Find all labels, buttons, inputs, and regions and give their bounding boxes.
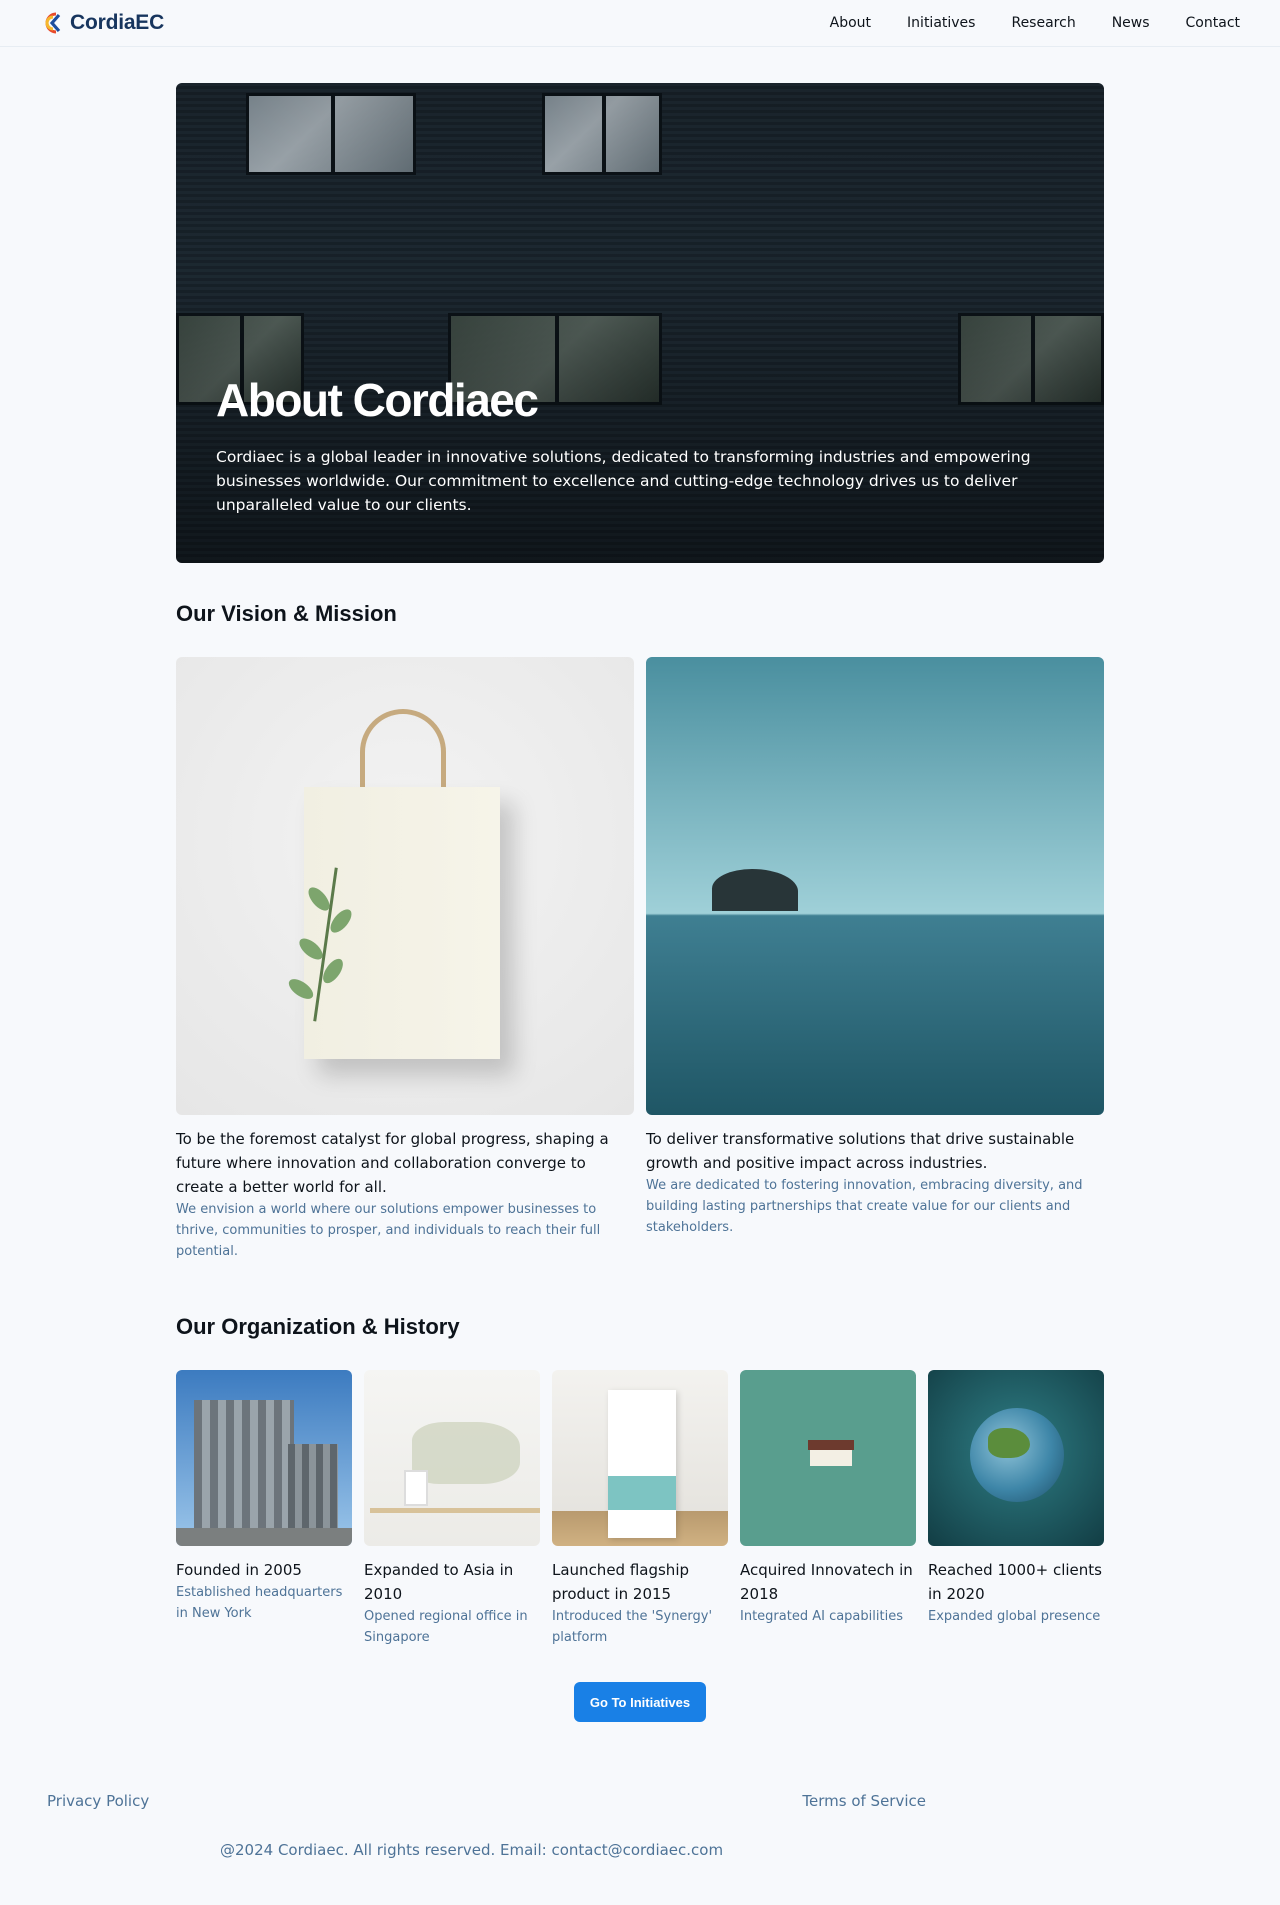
hero-description: Cordiaec is a global leader in innovativ… <box>216 448 1031 514</box>
globe-image <box>928 1370 1104 1546</box>
shopping-bag-image <box>176 657 634 1115</box>
history-item: Reached 1000+ clients in 2020 Expanded g… <box>928 1370 1104 1648</box>
main-content: About Cordiaec Cordiaec is a global lead… <box>176 83 1104 1722</box>
page-title: About Cordiaec <box>216 374 539 426</box>
history-item: Acquired Innovatech in 2018 Integrated A… <box>740 1370 916 1648</box>
brand-name: CordiaEC <box>70 11 165 34</box>
site-header: CordiaEC About Initiatives Research News… <box>0 0 1280 47</box>
main-nav: About Initiatives Research News Contact <box>830 15 1240 31</box>
cta-container: Go To Initiatives <box>176 1682 1104 1722</box>
nav-news[interactable]: News <box>1112 15 1150 31</box>
brand[interactable]: CordiaEC <box>40 11 164 35</box>
vision-card: To be the foremost catalyst for global p… <box>176 657 634 1262</box>
organization-heading: Our Organization & History <box>176 1314 460 1339</box>
history-item-title: Reached 1000+ clients in 2020 <box>928 1561 1102 1603</box>
mission-statement: To deliver transformative solutions that… <box>646 1130 1075 1172</box>
history-item-description: Introduced the 'Synergy' platform <box>552 1609 713 1645</box>
nav-about[interactable]: About <box>830 15 871 31</box>
cordiaec-logo-icon <box>45 12 61 34</box>
copyright-text: @2024 Cordiaec. All rights reserved. Ema… <box>220 1841 724 1859</box>
privacy-policy-link[interactable]: Privacy Policy <box>47 1792 149 1810</box>
house-illustration-image <box>740 1370 916 1546</box>
vision-description: We envision a world where our solutions … <box>176 1202 601 1259</box>
sea-island-image <box>646 657 1104 1115</box>
history-item-description: Established headquarters in New York <box>176 1585 343 1621</box>
hero-banner: About Cordiaec Cordiaec is a global lead… <box>176 83 1104 563</box>
footer-links: Privacy Policy Terms of Service <box>0 1752 926 1810</box>
history-item-description: Opened regional office in Singapore <box>364 1609 528 1645</box>
history-item: Launched flagship product in 2015 Introd… <box>552 1370 728 1648</box>
vision-statement: To be the foremost catalyst for global p… <box>176 1130 609 1196</box>
history-item-title: Acquired Innovatech in 2018 <box>740 1561 913 1603</box>
headquarters-building-image <box>176 1370 352 1546</box>
history-item-title: Founded in 2005 <box>176 1561 302 1579</box>
terms-of-service-link[interactable]: Terms of Service <box>802 1792 926 1810</box>
world-map-image <box>364 1370 540 1546</box>
hero-content: About Cordiaec Cordiaec is a global lead… <box>216 373 1044 517</box>
history-item-description: Integrated AI capabilities <box>740 1609 903 1624</box>
nav-contact[interactable]: Contact <box>1186 15 1240 31</box>
poster-image <box>552 1370 728 1546</box>
history-item-description: Expanded global presence <box>928 1609 1101 1624</box>
history-item-title: Launched flagship product in 2015 <box>552 1561 690 1603</box>
nav-initiatives[interactable]: Initiatives <box>907 15 975 31</box>
site-footer: Privacy Policy Terms of Service @2024 Co… <box>0 1752 1280 1905</box>
history-item: Expanded to Asia in 2010 Opened regional… <box>364 1370 540 1648</box>
mission-description: We are dedicated to fostering innovation… <box>646 1178 1083 1235</box>
history-item: Founded in 2005 Established headquarters… <box>176 1370 352 1648</box>
mission-card: To deliver transformative solutions that… <box>646 657 1104 1262</box>
go-to-initiatives-button[interactable]: Go To Initiatives <box>573 1682 707 1722</box>
vision-mission-grid: To be the foremost catalyst for global p… <box>176 657 1104 1262</box>
nav-research[interactable]: Research <box>1011 15 1075 31</box>
history-grid: Founded in 2005 Established headquarters… <box>176 1370 1104 1648</box>
history-item-title: Expanded to Asia in 2010 <box>364 1561 514 1603</box>
vision-mission-heading: Our Vision & Mission <box>176 601 397 626</box>
